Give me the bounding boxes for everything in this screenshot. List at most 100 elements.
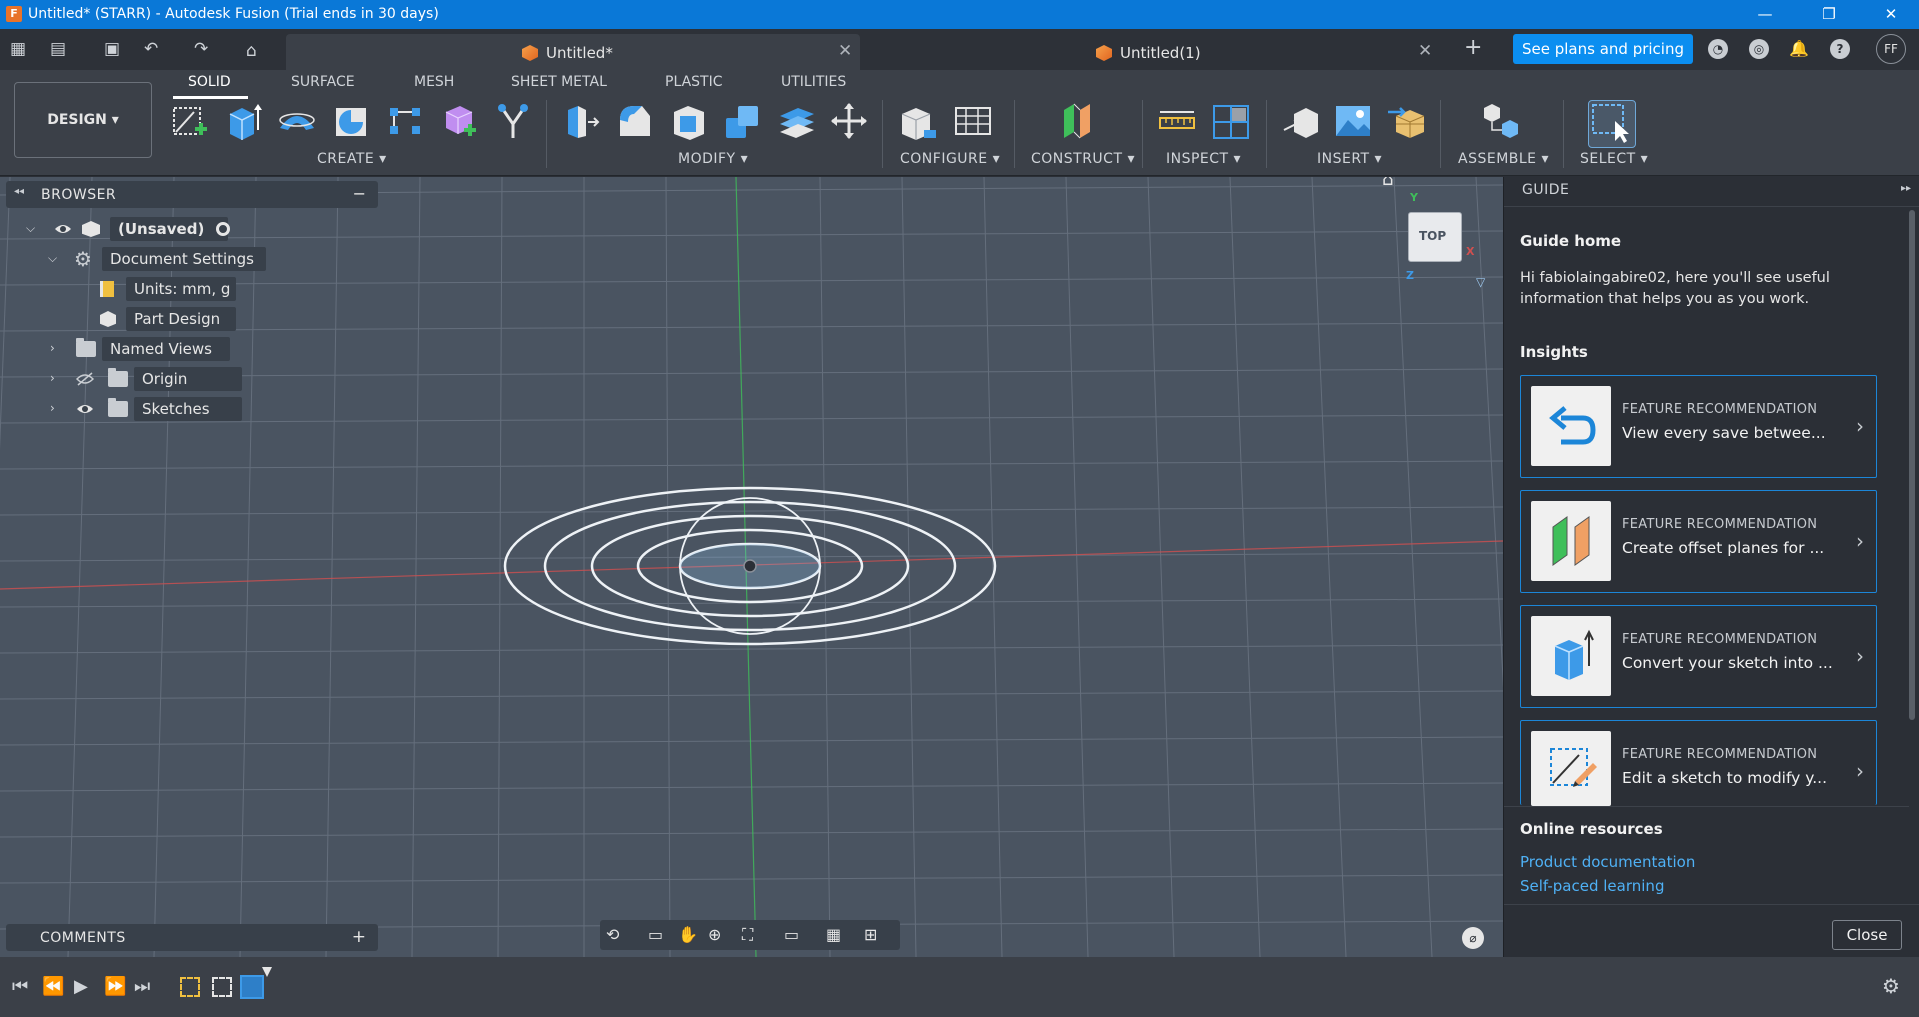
user-avatar[interactable]: FF xyxy=(1876,34,1906,64)
browser-item-named-views[interactable]: › Named Views xyxy=(46,337,246,363)
display-mode-icon[interactable]: ⌀ xyxy=(1462,927,1484,949)
chevron-right-icon[interactable]: › xyxy=(50,371,55,385)
derive-icon[interactable] xyxy=(492,100,534,142)
assemble-menu[interactable]: ASSEMBLE ▾ xyxy=(1458,151,1549,167)
file-menu-icon[interactable]: ▤ xyxy=(50,39,66,59)
eye-icon[interactable] xyxy=(54,222,72,236)
go-to-end-icon[interactable]: ⏭ xyxy=(134,976,150,997)
help-icon[interactable]: ? xyxy=(1830,39,1850,59)
rectangular-pattern-icon[interactable] xyxy=(384,100,426,142)
pan-icon[interactable]: ✋ xyxy=(678,925,698,944)
tab-surface[interactable]: SURFACE xyxy=(291,74,355,90)
insert-menu[interactable]: INSERT ▾ xyxy=(1317,151,1382,167)
collapse-browser-icon[interactable]: ◂◂ xyxy=(14,186,24,197)
offset-plane-icon[interactable] xyxy=(1058,100,1100,142)
see-plans-button[interactable]: See plans and pricing xyxy=(1513,34,1693,64)
undo-icon[interactable]: ↶ xyxy=(144,39,158,59)
fit-icon[interactable]: ⛶ xyxy=(742,925,753,945)
configure-part-icon[interactable] xyxy=(898,100,940,142)
shell-icon[interactable] xyxy=(668,100,710,142)
step-forward-icon[interactable]: ⏩ xyxy=(104,976,126,997)
browser-root[interactable]: ⌵ (Unsaved) xyxy=(26,217,230,243)
browser-panel-header[interactable]: ◂◂ BROWSER − xyxy=(6,181,378,208)
recommendation-card[interactable]: FEATURE RECOMMENDATION Edit a sketch to … xyxy=(1520,720,1877,806)
chevron-down-icon[interactable]: ⌵ xyxy=(26,221,35,236)
view-cube[interactable]: TOP xyxy=(1408,212,1462,262)
create-menu[interactable]: CREATE ▾ xyxy=(317,151,387,167)
recommendation-card[interactable]: FEATURE RECOMMENDATION Create offset pla… xyxy=(1520,490,1877,593)
guide-scrollbar[interactable] xyxy=(1909,210,1915,720)
workspace-switcher[interactable]: DESIGN ▾ xyxy=(14,82,152,158)
revolve-icon[interactable] xyxy=(276,100,318,142)
home-view-icon[interactable]: ⌂ xyxy=(1382,177,1393,190)
insert-mesh-icon[interactable] xyxy=(1386,100,1428,142)
recommendation-card[interactable]: FEATURE RECOMMENDATION Convert your sket… xyxy=(1520,605,1877,708)
modify-menu[interactable]: MODIFY ▾ xyxy=(678,151,748,167)
move-copy-icon[interactable] xyxy=(828,100,870,142)
home-icon[interactable]: ⌂ xyxy=(246,41,257,61)
offset-face-icon[interactable] xyxy=(776,100,818,142)
display-settings-icon[interactable]: ▭ xyxy=(784,925,799,944)
chevron-right-icon[interactable]: › xyxy=(50,401,55,415)
self-paced-learning-link[interactable]: Self-paced learning xyxy=(1520,877,1664,895)
configure-menu[interactable]: CONFIGURE ▾ xyxy=(900,151,1000,167)
section-analysis-icon[interactable] xyxy=(1210,100,1252,142)
new-component-icon[interactable] xyxy=(1480,100,1522,142)
job-status-icon[interactable]: ◔ xyxy=(1708,39,1728,59)
insert-canvas-icon[interactable] xyxy=(1332,100,1374,142)
tab-sheet-metal[interactable]: SHEET METAL xyxy=(511,74,607,90)
orbit-icon[interactable]: ⟲ xyxy=(606,925,619,944)
collapse-guide-icon[interactable]: ▸▸ xyxy=(1901,183,1911,194)
browser-item-document-settings[interactable]: ⌵ ⚙ Document Settings xyxy=(46,247,276,273)
configuration-table-icon[interactable] xyxy=(952,100,994,142)
create-form-icon[interactable] xyxy=(438,100,480,142)
tab-utilities[interactable]: UTILITIES xyxy=(781,74,846,90)
add-comment-button[interactable]: + xyxy=(352,927,366,947)
extrude-icon[interactable] xyxy=(222,100,264,142)
fillet-icon[interactable] xyxy=(614,100,656,142)
eye-icon[interactable] xyxy=(76,402,94,416)
browser-item-part-design[interactable]: Part Design xyxy=(96,307,246,333)
tab-close-icon[interactable]: ✕ xyxy=(838,41,852,61)
sweep-icon[interactable] xyxy=(330,100,372,142)
timeline-settings-icon[interactable]: ⚙ xyxy=(1882,974,1900,998)
construct-menu[interactable]: CONSTRUCT ▾ xyxy=(1031,151,1135,167)
chevron-down-icon[interactable]: ⌵ xyxy=(48,251,57,266)
go-to-start-icon[interactable]: ⏮ xyxy=(12,976,28,997)
grid-settings-icon[interactable]: ▦ xyxy=(826,925,841,944)
tab-solid[interactable]: SOLID xyxy=(188,74,231,90)
save-icon[interactable]: ▣ xyxy=(104,39,120,59)
tab-mesh[interactable]: MESH xyxy=(414,74,454,90)
chevron-right-icon[interactable]: › xyxy=(50,341,55,355)
tab-plastic[interactable]: PLASTIC xyxy=(665,74,722,90)
timeline-sketch-icon[interactable] xyxy=(240,975,264,999)
timeline-sketch-icon[interactable] xyxy=(180,977,200,997)
active-component-radio[interactable] xyxy=(216,222,230,236)
create-sketch-icon[interactable] xyxy=(168,100,210,142)
browser-item-sketches[interactable]: › Sketches xyxy=(46,397,246,423)
restore-button[interactable]: ❐ xyxy=(1806,0,1852,29)
select-menu[interactable]: SELECT ▾ xyxy=(1580,151,1648,167)
view-cube-menu-icon[interactable]: ▽ xyxy=(1476,275,1485,289)
combine-icon[interactable] xyxy=(722,100,764,142)
minimize-button[interactable]: — xyxy=(1742,0,1788,29)
recommendation-card[interactable]: FEATURE RECOMMENDATION View every save b… xyxy=(1520,375,1877,478)
play-icon[interactable]: ▶ xyxy=(74,976,88,997)
select-icon[interactable] xyxy=(1588,100,1636,148)
product-documentation-link[interactable]: Product documentation xyxy=(1520,853,1695,871)
close-window-button[interactable]: ✕ xyxy=(1868,0,1914,29)
browser-minimize-icon[interactable]: − xyxy=(353,184,366,203)
viewports-icon[interactable]: ⊞ xyxy=(864,925,877,944)
redo-icon[interactable]: ↷ xyxy=(194,39,208,59)
tab-close-icon[interactable]: ✕ xyxy=(1418,41,1432,61)
new-tab-button[interactable]: + xyxy=(1464,35,1482,60)
inspect-menu[interactable]: INSPECT ▾ xyxy=(1166,151,1241,167)
press-pull-icon[interactable] xyxy=(560,100,602,142)
look-at-icon[interactable]: ▭ xyxy=(648,925,663,944)
apps-grid-icon[interactable]: ▦ xyxy=(10,39,26,59)
close-guide-button[interactable]: Close xyxy=(1832,920,1902,950)
zoom-icon[interactable]: ⊕ xyxy=(708,925,721,944)
timeline-sketch-icon[interactable] xyxy=(212,977,232,997)
insert-derive-icon[interactable] xyxy=(1280,100,1322,142)
tab-untitled[interactable]: Untitled* ✕ xyxy=(286,34,860,70)
